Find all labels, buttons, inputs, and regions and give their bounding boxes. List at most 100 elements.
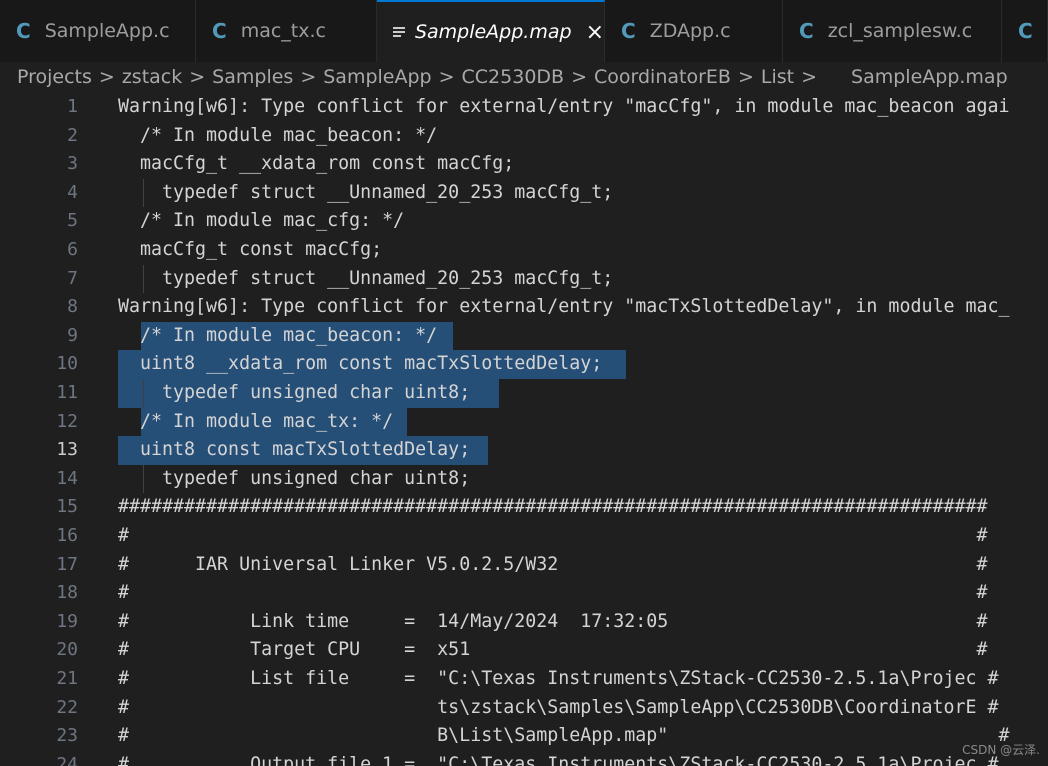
line-number: 13 [56, 439, 78, 461]
c-file-icon: C [621, 19, 636, 43]
breadcrumb-item[interactable]: zstack [122, 66, 182, 88]
code-line: 3 macCfg_t __xdata_rom const macCfg; [0, 150, 1048, 179]
code-text[interactable]: # List file = "C:\Texas Instruments\ZSta… [118, 665, 999, 694]
breadcrumb: Projects > zstack > Samples > SampleApp > CC2530… [0, 62, 1048, 92]
c-file-icon: C [799, 19, 814, 43]
code-text[interactable]: /* In module mac_tx: */ [118, 408, 393, 437]
code-text[interactable]: Warning[w6]: Type conflict for external/… [118, 93, 1010, 122]
code-line: 24 # Output file 1 = "C:\Texas Instrument… [0, 751, 1048, 766]
code-text[interactable]: uint8 __xdata_rom const macTxSlottedDela… [118, 350, 602, 379]
code-line: 9 /* In module mac_beacon: */ [0, 321, 1048, 351]
breadcrumb-item[interactable]: Projects [17, 66, 92, 88]
line-number: 3 [67, 153, 78, 175]
tab-label: ZDApp.c [649, 20, 731, 42]
tab-label: mac_tx.c [240, 20, 326, 42]
line-number: 18 [56, 582, 78, 604]
tab-mac_tx-c[interactable]: Cmac_tx.c [196, 0, 377, 62]
code-line: 14 typedef unsigned char uint8; [0, 464, 1048, 494]
breadcrumb-separator-icon: > [98, 66, 115, 88]
code-line: 21 # List file = "C:\Texas Instruments\ZS… [0, 665, 1048, 694]
c-file-icon: C [16, 19, 31, 43]
code-line: 2 /* In module mac_beacon: */ [0, 122, 1048, 151]
breadcrumb-label: CoordinatorEB [594, 66, 731, 88]
code-text[interactable]: # Link time = 14/May/2024 17:32:05 # [118, 608, 988, 637]
code-line: 8 Warning[w6]: Type conflict for external… [0, 293, 1048, 322]
code-text[interactable]: # B\List\SampleApp.map" # [118, 722, 1010, 751]
breadcrumb-separator-icon: > [571, 66, 587, 88]
tab-sampleapp-map[interactable]: SampleApp.map × [377, 0, 605, 62]
code-line: 16 # # [0, 522, 1048, 551]
tab-zcl_samplesw-c[interactable]: Czcl_samplesw.c [783, 0, 1002, 62]
line-number: 17 [56, 553, 78, 575]
line-number: 19 [56, 610, 78, 632]
breadcrumb-item[interactable]: CC2530DB [462, 66, 565, 88]
tab-label: SampleApp.map [414, 21, 572, 43]
breadcrumb-item[interactable]: SampleApp [323, 66, 431, 88]
code-text[interactable]: typedef unsigned char uint8; [118, 379, 470, 408]
map-file-icon [393, 25, 405, 39]
code-line: 12 /* In module mac_tx: */ [0, 407, 1048, 437]
line-number: 14 [56, 467, 78, 489]
code-text[interactable]: # IAR Universal Linker V5.0.2.5/W32 # [118, 551, 988, 580]
code-line: 1 Warning[w6]: Type conflict for external… [0, 93, 1048, 122]
breadcrumb-separator-icon: > [300, 66, 317, 88]
code-line: 20 # Target CPU = x51 # [0, 636, 1048, 665]
code-text[interactable]: typedef struct __Unnamed_20_253 macCfg_t… [118, 265, 613, 294]
c-file-icon: C [1018, 19, 1033, 43]
editor-tab-bar: C SampleApp.c Cmac_tx.c SampleApp.map × C ZDAp… [0, 0, 1048, 63]
code-editor[interactable]: 1 Warning[w6]: Type conflict for external… [0, 93, 1048, 766]
code-text[interactable]: typedef unsigned char uint8; [118, 465, 470, 494]
code-text[interactable]: typedef struct __Unnamed_20_253 macCfg_t… [118, 179, 613, 208]
breadcrumb-label: SampleApp [323, 66, 432, 88]
line-number: 10 [56, 353, 78, 375]
code-text[interactable]: # Target CPU = x51 # [118, 636, 988, 665]
breadcrumb-item[interactable]: SampleApp.map [824, 66, 1008, 88]
code-text[interactable]: Warning[w6]: Type conflict for external/… [118, 293, 1010, 322]
code-text[interactable]: /* In module mac_cfg: */ [118, 207, 404, 236]
breadcrumb-label: List [760, 66, 795, 88]
code-text[interactable]: # Output file 1 = "C:\Texas Instruments\… [118, 751, 999, 766]
close-icon[interactable]: × [586, 20, 604, 45]
breadcrumb-item[interactable]: List [761, 66, 794, 88]
line-number: 24 [56, 753, 78, 766]
code-text[interactable]: ########################################… [118, 493, 988, 522]
breadcrumb-label: zstack [121, 66, 183, 88]
code-line: 17 # IAR Universal Linker V5.0.2.5/W32 # [0, 551, 1048, 580]
code-text[interactable]: # # [118, 522, 988, 551]
breadcrumb-item[interactable]: CoordinatorEB [594, 66, 731, 88]
tab-overflow[interactable]: C [1002, 0, 1048, 62]
code-text[interactable]: macCfg_t __xdata_rom const macCfg; [118, 150, 514, 179]
code-text[interactable]: /* In module mac_beacon: */ [118, 322, 437, 351]
breadcrumb-separator-icon: > [801, 66, 818, 88]
code-line: 19 # Link time = 14/May/2024 17:32:05 # [0, 608, 1048, 637]
breadcrumb-label: Samples [212, 66, 294, 88]
code-text[interactable]: uint8 const macTxSlottedDelay; [118, 436, 470, 465]
code-line: 23 # B\List\SampleApp.map" # [0, 722, 1048, 751]
c-file-icon: C [212, 19, 227, 43]
code-line: 11 typedef unsigned char uint8; [0, 379, 1048, 408]
tab-label: zcl_samplesw.c [827, 20, 973, 42]
code-text[interactable]: macCfg_t const macCfg; [118, 236, 382, 265]
breadcrumb-item[interactable]: Samples [212, 66, 293, 88]
code-text[interactable]: # # [118, 579, 988, 608]
line-number: 23 [56, 725, 78, 747]
tab-sampleapp-c[interactable]: C SampleApp.c [0, 0, 196, 62]
breadcrumb-separator-icon: > [438, 66, 455, 88]
breadcrumb-label: SampleApp.map [851, 66, 1008, 88]
line-number: 7 [67, 267, 78, 289]
line-number: 11 [56, 382, 78, 403]
code-line: 5 /* In module mac_cfg: */ [0, 207, 1048, 236]
code-line: 13 uint8 const macTxSlottedDelay; [0, 436, 1048, 465]
code-line: 4 typedef struct __Unnamed_20_253 macCfg… [0, 178, 1048, 208]
code-text[interactable]: /* In module mac_beacon: */ [118, 122, 437, 151]
code-line: 18 # # [0, 579, 1048, 608]
map-file-icon [828, 70, 842, 84]
code-line: 22 # ts\zstack\Samples\SampleApp\CC2530DB… [0, 694, 1048, 723]
tab-zdapp-c[interactable]: C ZDApp.c [605, 0, 783, 62]
code-line: 6 macCfg_t const macCfg; [0, 236, 1048, 265]
line-number: 9 [67, 324, 78, 346]
breadcrumb-separator-icon: > [189, 66, 206, 88]
code-line: 15 ######################################… [0, 493, 1048, 522]
code-text[interactable]: # ts\zstack\Samples\SampleApp\CC2530DB\C… [118, 694, 999, 723]
line-number: 2 [67, 124, 78, 146]
